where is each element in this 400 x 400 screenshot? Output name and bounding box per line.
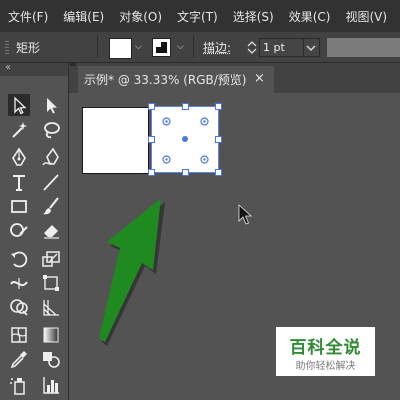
stroke-weight-stepper[interactable]: [245, 38, 259, 57]
chevron-down-icon: [306, 45, 316, 51]
stroke-weight-dropdown[interactable]: [304, 38, 320, 57]
watermark-subtitle: 助你轻松解决: [295, 361, 356, 372]
gradient-tool[interactable]: [40, 324, 62, 346]
mesh-tool[interactable]: [8, 324, 30, 346]
selection-tool[interactable]: [8, 94, 30, 116]
rectangle-tool[interactable]: [8, 195, 30, 217]
mesh-icon: [11, 327, 27, 343]
menu-type[interactable]: 文字(T): [169, 8, 225, 25]
selection-handle[interactable]: [182, 169, 189, 176]
selection-handle[interactable]: [215, 169, 222, 176]
collapse-panel-icon[interactable]: ‹‹: [5, 62, 11, 73]
live-corner-widget-icon[interactable]: [200, 155, 209, 164]
stroke-color-swatch[interactable]: [152, 38, 171, 57]
watermark-badge: 百科全说 助你轻松解决: [276, 327, 375, 376]
paintbrush-icon: [43, 197, 59, 215]
close-icon[interactable]: ×: [254, 71, 265, 86]
type-tool-icon: [13, 175, 25, 191]
shaper-icon: [10, 223, 28, 237]
rectangle-object[interactable]: [82, 107, 149, 174]
magic-wand-icon: [12, 122, 27, 138]
stroke-dropdown-chevron-icon[interactable]: ⌵: [177, 42, 184, 52]
magic-wand-tool[interactable]: [8, 119, 30, 141]
watermark-title: 百科全说: [289, 338, 362, 358]
line-segment-tool[interactable]: [40, 171, 62, 193]
column-graph-icon: [43, 377, 59, 394]
selection-handle[interactable]: [182, 103, 189, 110]
selection-handle[interactable]: [148, 136, 155, 143]
menu-object[interactable]: 对象(O): [111, 8, 169, 25]
direct-selection-tool[interactable]: [40, 94, 62, 116]
live-corner-widget-icon[interactable]: [162, 117, 171, 126]
width-tool-icon: [10, 278, 28, 289]
shape-type-label: 矩形: [16, 41, 41, 55]
menu-bar: 文件(F) 编辑(E) 对象(O) 文字(T) 选择(S) 效果(C) 视图(V…: [0, 0, 400, 32]
lasso-icon: [44, 122, 60, 139]
lasso-tool[interactable]: [40, 119, 62, 141]
rectangle-tool-icon: [11, 200, 27, 213]
paintbrush-tool[interactable]: [40, 195, 62, 217]
tools-panel-header[interactable]: ‹‹: [0, 62, 68, 76]
stroke-weight-input[interactable]: 1 pt: [259, 38, 304, 57]
fill-dropdown-chevron-icon[interactable]: ⌵: [135, 42, 142, 52]
perspective-grid-tool[interactable]: [40, 296, 62, 318]
type-tool[interactable]: [8, 171, 30, 193]
stroke-swatch-center: [156, 42, 161, 47]
pen-tool[interactable]: [8, 146, 30, 168]
pen-tool-icon: [12, 147, 26, 166]
shape-builder-icon: [10, 299, 28, 316]
selection-handle[interactable]: [148, 103, 155, 110]
mouse-cursor-icon: [238, 204, 253, 225]
selection-handle[interactable]: [148, 169, 155, 176]
document-tab-title[interactable]: 示例* @ 33.33% (RGB/预览): [84, 71, 246, 88]
blend-tool[interactable]: [40, 348, 62, 370]
scale-tool-icon: [42, 251, 60, 267]
control-divider: [97, 36, 98, 58]
variable-width-field[interactable]: [327, 38, 400, 57]
stroke-label-text: 描边: [203, 41, 228, 55]
eyedropper-tool[interactable]: [8, 348, 30, 370]
curvature-tool[interactable]: [40, 146, 62, 168]
menu-edit[interactable]: 编辑(E): [55, 8, 111, 25]
menu-select[interactable]: 选择(S): [225, 8, 281, 25]
menu-file[interactable]: 文件(F): [0, 8, 55, 25]
eraser-tool[interactable]: [40, 219, 62, 241]
stroke-weight-label[interactable]: 描边:: [203, 39, 231, 56]
rotate-tool-icon: [11, 251, 28, 268]
stroke-label-colon: :: [227, 41, 232, 55]
column-graph-tool[interactable]: [40, 374, 62, 396]
width-tool[interactable]: [8, 272, 30, 294]
blend-icon: [43, 352, 60, 368]
line-segment-icon: [43, 174, 59, 191]
eraser-icon: [44, 225, 59, 239]
menu-effect[interactable]: 效果(C): [281, 8, 338, 25]
scale-tool[interactable]: [40, 248, 62, 270]
shape-builder-tool[interactable]: [8, 296, 30, 318]
control-bar-grip[interactable]: [5, 41, 9, 54]
tab-strip-grip[interactable]: [70, 63, 76, 66]
direct-selection-tool-icon: [47, 98, 57, 114]
center-point-marker: [182, 136, 188, 142]
live-corner-widget-icon[interactable]: [200, 117, 209, 126]
selection-handle[interactable]: [215, 136, 222, 143]
selection-handle[interactable]: [215, 103, 222, 110]
eyedropper-icon: [10, 351, 27, 369]
annotation-arrow-icon: [99, 198, 165, 346]
symbol-sprayer-tool[interactable]: [8, 374, 30, 396]
free-transform-icon: [43, 275, 59, 291]
live-corner-widget-icon[interactable]: [162, 155, 171, 164]
gradient-icon: [43, 327, 59, 343]
menu-view[interactable]: 视图(V): [337, 8, 394, 25]
selection-tool-icon: [14, 96, 27, 115]
perspective-grid-icon: [43, 300, 59, 316]
stepper-arrows-icon: [247, 41, 257, 54]
fill-color-swatch[interactable]: [109, 38, 132, 59]
shaper-tool[interactable]: [8, 219, 30, 241]
curvature-tool-icon: [42, 147, 59, 166]
symbol-sprayer-icon: [10, 378, 25, 395]
rotate-tool[interactable]: [8, 248, 30, 270]
free-transform-tool[interactable]: [40, 272, 62, 294]
control-divider: [193, 36, 194, 58]
